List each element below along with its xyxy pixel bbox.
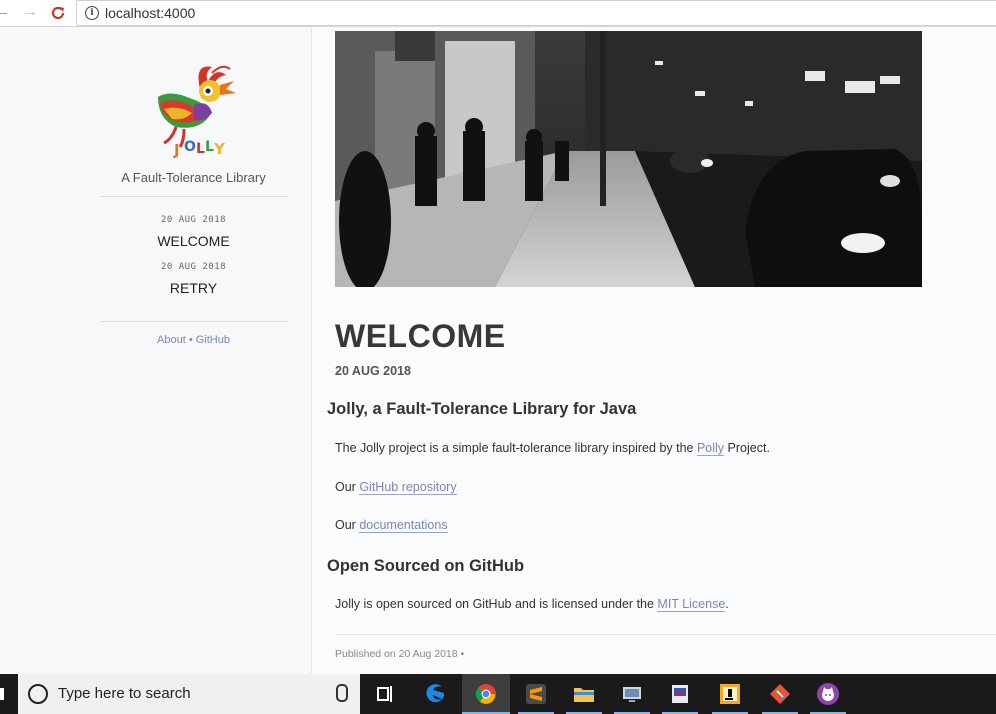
post-date: 20 AUG 2018 (160, 262, 227, 272)
repo-paragraph: Our GitHub repository (335, 480, 457, 495)
hero-image (335, 31, 922, 287)
site-tagline: A Fault-Tolerance Library (121, 170, 266, 185)
sidebar: J O L L Y A Fault-Tolerance Library 20 A… (0, 27, 312, 674)
edge-icon[interactable] (412, 674, 460, 714)
license-text-end: . (725, 597, 729, 611)
sidebar-divider (100, 321, 288, 322)
taskbar-search[interactable]: Type here to search (18, 674, 360, 714)
article-date: 20 AUG 2018 (335, 364, 411, 378)
sidebar-divider (100, 196, 288, 197)
docs-paragraph: Our documentations (335, 518, 448, 533)
git-icon[interactable] (756, 674, 804, 714)
intro-paragraph: The Jolly project is a simple fault-tole… (335, 441, 770, 456)
url-text[interactable]: localhost:4000 (105, 5, 195, 21)
github-repository-link[interactable]: GitHub repository (359, 480, 457, 495)
post-date: 20 AUG 2018 (160, 215, 227, 225)
forward-arrow-icon[interactable]: → (22, 3, 38, 21)
published-note: Published on 20 Aug 2018 • (335, 648, 465, 660)
svg-text:L: L (196, 141, 205, 157)
info-icon[interactable]: i (85, 6, 99, 20)
section-heading-jolly: Jolly, a Fault-Tolerance Library for Jav… (327, 400, 637, 418)
start-button[interactable] (0, 688, 4, 700)
github-link[interactable]: GitHub (196, 334, 230, 346)
microphone-icon[interactable] (336, 684, 348, 702)
cortana-icon[interactable] (28, 684, 48, 704)
reload-icon[interactable] (50, 3, 66, 25)
sidebar-post-welcome[interactable]: WELCOME (0, 233, 387, 249)
intro-text: The Jolly project is a simple fault-tole… (335, 441, 697, 455)
license-paragraph: Jolly is open sourced on GitHub and is l… (335, 597, 729, 612)
license-text: Jolly is open sourced on GitHub and is l… (335, 597, 658, 611)
sublime-icon[interactable] (512, 674, 560, 714)
mit-license-link[interactable]: MIT License (657, 597, 726, 612)
task-view-icon[interactable] (362, 674, 410, 714)
about-link[interactable]: About (157, 334, 186, 346)
article-divider (335, 634, 996, 635)
github-desktop-icon[interactable] (804, 674, 852, 714)
repo-text: Our (335, 480, 360, 494)
sidebar-post-retry[interactable]: RETRY (0, 280, 387, 296)
svg-text:Y: Y (213, 140, 226, 158)
docs-text: Our (335, 518, 360, 532)
polly-link[interactable]: Polly (696, 441, 725, 456)
jolly-logo[interactable]: J O L L Y (150, 59, 240, 159)
network-icon[interactable] (608, 674, 656, 714)
file-explorer-icon[interactable] (560, 674, 608, 714)
sidebar-footer-links: About • GitHub (0, 334, 387, 346)
intellij-icon[interactable] (706, 674, 754, 714)
photos-icon[interactable] (656, 674, 704, 714)
documentations-link[interactable]: documentations (359, 518, 448, 533)
address-bar[interactable]: i localhost:4000 (76, 0, 996, 26)
svg-text:O: O (184, 139, 196, 155)
back-arrow-icon[interactable]: ← (0, 3, 10, 21)
intro-text-end: Project. (724, 441, 770, 455)
browser-toolbar: ← → i localhost:4000 (0, 0, 996, 27)
chrome-icon[interactable] (462, 674, 510, 714)
search-placeholder[interactable]: Type here to search (58, 685, 191, 702)
link-separator: • (188, 334, 193, 346)
windows-taskbar: Type here to search (0, 674, 996, 714)
svg-text:L: L (205, 139, 214, 155)
svg-text:J: J (173, 141, 180, 159)
section-heading-open-source: Open Sourced on GitHub (327, 557, 525, 575)
article-title: WELCOME (335, 318, 506, 354)
